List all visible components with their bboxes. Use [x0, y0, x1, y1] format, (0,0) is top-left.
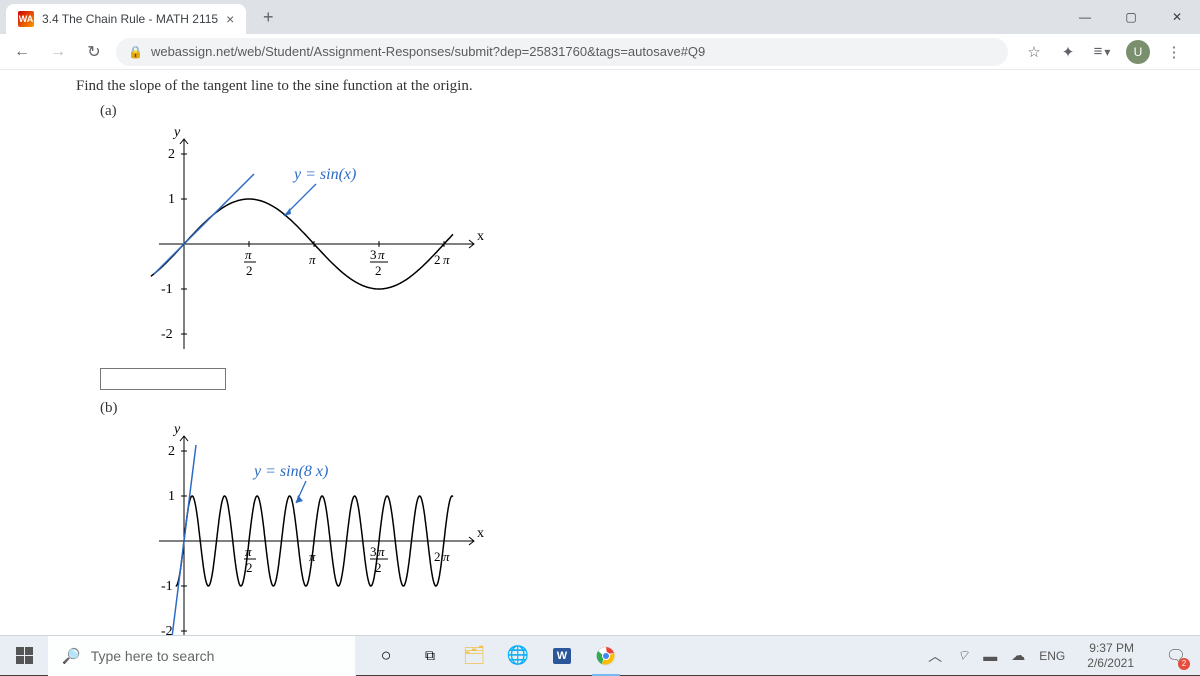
maximize-button[interactable]: ▢ [1108, 0, 1154, 34]
svg-text:π: π [309, 252, 316, 267]
reload-button[interactable]: ↻ [80, 38, 108, 66]
svg-text:y: y [172, 125, 181, 140]
svg-text:1: 1 [168, 192, 175, 207]
tray-chevron-icon[interactable]: ︿ [928, 646, 942, 666]
answer-input-a [100, 368, 1200, 390]
url-text: webassign.net/web/Student/Assignment-Res… [151, 44, 705, 59]
svg-text:2: 2 [434, 549, 441, 564]
cortana-icon[interactable]: ○ [364, 636, 408, 676]
page-content[interactable]: Find the slope of the tangent line to th… [0, 70, 1200, 635]
browser-tab[interactable]: WA 3.4 The Chain Rule - MATH 2115 × [6, 4, 246, 34]
svg-text:π: π [443, 252, 450, 267]
svg-text:x: x [477, 526, 484, 541]
question-prompt: Find the slope of the tangent line to th… [76, 78, 1200, 95]
onedrive-icon[interactable]: ☁ [1011, 647, 1025, 664]
new-tab-button[interactable]: + [254, 3, 282, 31]
file-explorer-icon[interactable]: 🗂 [452, 636, 496, 676]
svg-text:2: 2 [168, 444, 175, 459]
windows-logo-icon [16, 647, 33, 664]
svg-text:x: x [477, 229, 484, 244]
tab-favicon-icon: WA [18, 11, 34, 27]
svg-text:-2: -2 [161, 327, 173, 342]
svg-text:2: 2 [168, 147, 175, 162]
chrome-icon[interactable] [584, 636, 628, 676]
svg-text:2: 2 [375, 263, 382, 278]
browser-titlebar: WA 3.4 The Chain Rule - MATH 2115 × + — … [0, 0, 1200, 34]
bookmark-star-icon[interactable]: ☆ [1024, 42, 1044, 62]
svg-text:3: 3 [370, 247, 377, 262]
svg-text:π: π [378, 247, 385, 262]
profile-avatar[interactable]: U [1126, 40, 1150, 64]
notification-badge: 2 [1178, 658, 1190, 670]
answer-field-a[interactable] [100, 368, 226, 390]
action-center-icon[interactable]: 🗨 2 [1156, 636, 1196, 676]
svg-text:y: y [172, 422, 181, 437]
url-input[interactable]: 🔒 webassign.net/web/Student/Assignment-R… [116, 38, 1008, 66]
clock-date: 2/6/2021 [1087, 656, 1134, 670]
task-view-icon[interactable]: ⧉ [408, 636, 452, 676]
svg-text:y = sin(8 x): y = sin(8 x) [252, 463, 328, 480]
close-window-button[interactable]: ✕ [1154, 0, 1200, 34]
svg-text:-2: -2 [161, 624, 173, 635]
svg-text:3: 3 [370, 544, 377, 559]
extensions-icon[interactable]: ✦ [1058, 42, 1078, 62]
wifi-icon[interactable]: ⌔ [956, 647, 969, 665]
taskbar-clock[interactable]: 9:37 PM 2/6/2021 [1079, 641, 1142, 670]
minimize-button[interactable]: — [1062, 0, 1108, 34]
svg-text:y = sin(x): y = sin(x) [292, 166, 356, 183]
start-button[interactable] [0, 636, 48, 676]
taskbar-apps: ○ ⧉ 🗂 🌐 W [364, 636, 628, 676]
svg-text:-1: -1 [161, 282, 173, 297]
part-a-label: (a) [100, 103, 1200, 120]
svg-text:π: π [245, 247, 252, 262]
windows-taskbar: 🔍 Type here to search ○ ⧉ 🗂 🌐 W ︿ ⌔ ▬ ☁ … [0, 635, 1200, 675]
tab-title: 3.4 The Chain Rule - MATH 2115 [42, 12, 218, 26]
forward-button[interactable]: → [44, 38, 72, 66]
window-controls: — ▢ ✕ [1062, 0, 1200, 34]
address-bar: ← → ↻ 🔒 webassign.net/web/Student/Assign… [0, 34, 1200, 70]
reading-list-icon[interactable]: ≡▾ [1092, 42, 1112, 62]
browser-menu-icon[interactable]: ⋮ [1164, 42, 1184, 62]
part-b-label: (b) [100, 400, 1200, 417]
lock-icon: 🔒 [128, 45, 143, 59]
back-button[interactable]: ← [8, 38, 36, 66]
tab-close-icon[interactable]: × [226, 11, 234, 27]
search-placeholder: Type here to search [91, 648, 215, 664]
clock-time: 9:37 PM [1087, 641, 1134, 655]
svg-text:-1: -1 [161, 579, 173, 594]
word-icon[interactable]: W [540, 636, 584, 676]
graph-a: 2 1 -1 -2 π 2 π 3π 2 2π x y [124, 124, 504, 364]
language-indicator[interactable]: ENG [1039, 649, 1065, 663]
graph-b: 2 1 -1 -2 π 2 π 3π 2 2π x y [124, 421, 504, 635]
edge-icon[interactable]: 🌐 [496, 636, 540, 676]
svg-text:1: 1 [168, 489, 175, 504]
taskbar-search-input[interactable]: 🔍 Type here to search [48, 636, 356, 676]
svg-text:π: π [443, 549, 450, 564]
svg-text:2: 2 [246, 263, 253, 278]
search-icon: 🔍 [62, 647, 81, 665]
battery-icon[interactable]: ▬ [983, 648, 997, 664]
toolbar-right: ☆ ✦ ≡▾ U ⋮ [1016, 40, 1192, 64]
system-tray: ︿ ⌔ ▬ ☁ ENG 9:37 PM 2/6/2021 🗨 2 [928, 636, 1200, 676]
